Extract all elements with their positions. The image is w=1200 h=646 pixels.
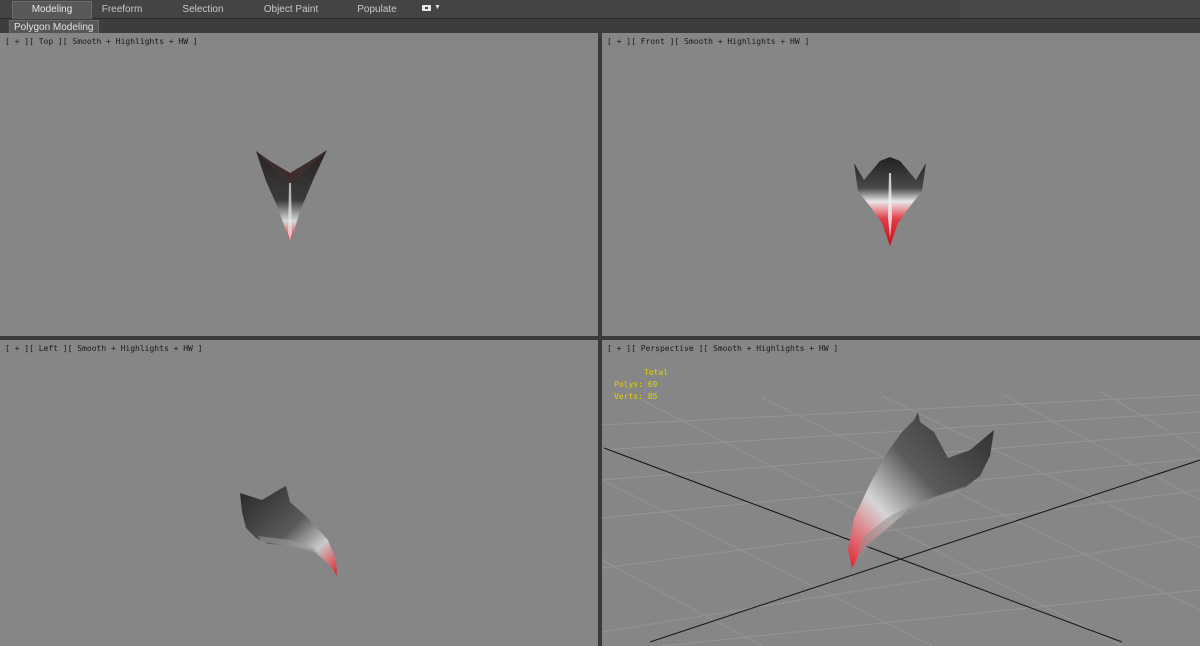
tab-freeform[interactable]: Freeform: [92, 2, 152, 17]
ribbon-tab-bar: Modeling Freeform Selection Object Paint…: [0, 0, 1200, 19]
viewport-left[interactable]: [ + ][ Left ][ Smooth + Highlights + HW …: [0, 340, 598, 646]
ribbon-options-icon[interactable]: ▼: [420, 3, 441, 15]
tab-selection[interactable]: Selection: [170, 2, 236, 17]
viewport-top[interactable]: [ + ][ Top ][ Smooth + Highlights + HW ]: [0, 33, 598, 336]
model-front-view: [854, 157, 926, 246]
ribbon-panel-bar: Polygon Modeling: [0, 19, 1200, 35]
viewport-perspective[interactable]: [ + ][ Perspective ][ Smooth + Highlight…: [602, 340, 1200, 646]
ribbon-toggle-icon: [422, 5, 431, 11]
viewport-front[interactable]: [ + ][ Front ][ Smooth + Highlights + HW…: [602, 33, 1200, 336]
model-left-view: [240, 486, 337, 576]
tab-modeling[interactable]: Modeling: [12, 1, 92, 19]
model-top-view: [256, 150, 327, 241]
ribbon-empty-area: [960, 0, 1200, 18]
tab-populate[interactable]: Populate: [346, 2, 408, 17]
dropdown-arrow-icon: ▼: [434, 4, 441, 11]
model-perspective-view: [848, 412, 994, 568]
tab-object-paint[interactable]: Object Paint: [254, 2, 328, 17]
